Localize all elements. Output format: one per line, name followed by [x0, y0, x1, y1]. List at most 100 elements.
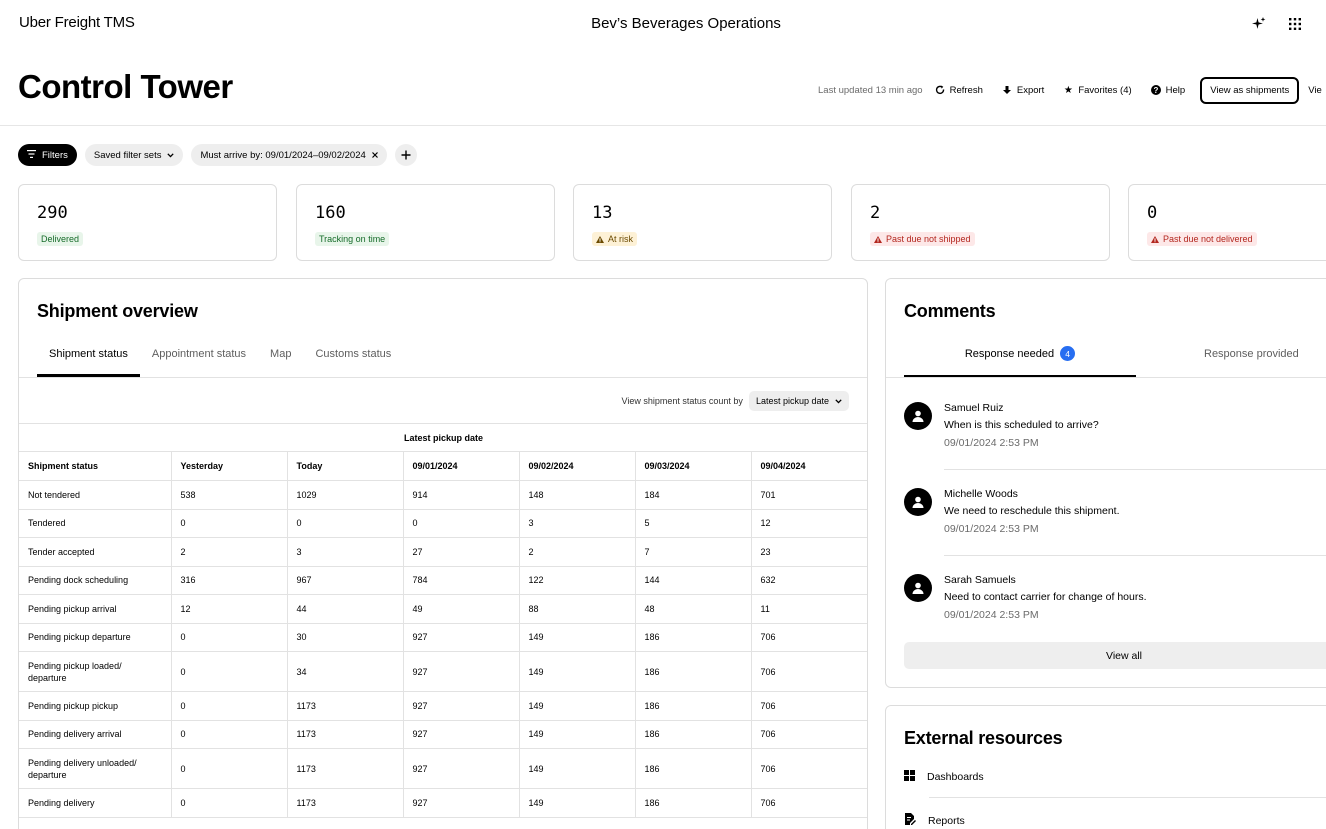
- count-cell: 784: [402, 565, 520, 595]
- comments-panel: Comments Response needed 4 Response prov…: [885, 278, 1326, 688]
- table-row[interactable]: Pending pickup departure 0 30 927 149 186 706: [19, 622, 867, 652]
- comment-author: Samuel Ruiz: [944, 402, 1004, 414]
- kpi-card[interactable]: 160 Tracking on time: [296, 184, 555, 261]
- refresh-icon: [935, 85, 945, 95]
- kpi-card[interactable]: 13 At risk: [573, 184, 832, 261]
- count-cell: 88: [518, 594, 636, 624]
- count-cell: 122: [518, 565, 636, 595]
- table-row[interactable]: Pending pickup arrival 12 44 49 88 48 11: [19, 594, 867, 624]
- refresh-button[interactable]: Refresh: [935, 85, 983, 96]
- count-cell: 2: [518, 537, 636, 567]
- dashboards-link[interactable]: Dashboards: [904, 770, 984, 784]
- comment-item[interactable]: Samuel Ruiz When is this scheduled to arr…: [904, 402, 1326, 462]
- add-filter-button[interactable]: [394, 144, 417, 166]
- count-cell: 149: [518, 651, 636, 692]
- table-row[interactable]: Pending pickup pickup 0 1173 927 149 186 706: [19, 691, 867, 721]
- view-clipped-button[interactable]: Vie: [1308, 85, 1322, 96]
- kpi-value: 2: [870, 203, 881, 223]
- tab-map[interactable]: Map: [258, 341, 303, 377]
- filters-label: Filters: [42, 149, 68, 161]
- count-cell: 7: [634, 537, 752, 567]
- count-cell: 316: [170, 565, 288, 595]
- comment-message: Need to contact carrier for change of ho…: [944, 591, 1147, 603]
- chevron-down-icon: [167, 150, 175, 161]
- table-row[interactable]: Pending dock scheduling 316 967 784 122 144 63…: [19, 565, 867, 595]
- svg-text:?: ?: [1153, 86, 1158, 95]
- table-row[interactable]: Tendered 0 0 0 3 5 12: [19, 508, 867, 538]
- count-cell: 0: [170, 719, 288, 749]
- count-cell: 148: [518, 480, 636, 510]
- comment-divider: [944, 555, 1326, 556]
- status-name-cell: Tendered: [19, 508, 172, 538]
- count-cell: 632: [750, 565, 867, 595]
- count-cell: 706: [750, 748, 867, 789]
- comment-divider: [944, 469, 1326, 470]
- table-row[interactable]: Tender accepted 2 3 27 2 7 23: [19, 537, 867, 567]
- active-filter-chip[interactable]: Must arrive by: 09/01/2024–09/02/2024: [191, 144, 387, 166]
- shipment-overview-title: Shipment overview: [37, 301, 198, 321]
- tab-customs-status[interactable]: Customs status: [303, 341, 403, 377]
- kpi-status-badge: Past due not delivered: [1147, 232, 1257, 246]
- saved-filter-sets-label: Saved filter sets: [93, 149, 162, 161]
- view-all-comments-button[interactable]: View all: [904, 642, 1326, 669]
- comment-item[interactable]: Sarah Samuels Need to contact carrier for…: [904, 574, 1326, 634]
- status-name-cell: Pending delivery: [19, 788, 172, 818]
- saved-filter-sets-dropdown[interactable]: Saved filter sets: [84, 144, 184, 166]
- response-needed-label: Response needed: [964, 348, 1055, 360]
- count-cell: 1029: [286, 480, 404, 510]
- export-label: Export: [1016, 84, 1045, 96]
- count-cell: 12: [170, 594, 288, 624]
- status-name-cell: Pending pickup pickup: [19, 691, 172, 721]
- filters-button[interactable]: Filters: [18, 144, 77, 166]
- page-title: Control Tower: [18, 68, 233, 105]
- count-cell: 0: [170, 788, 288, 818]
- tab-response-provided[interactable]: Response provided: [1204, 348, 1299, 360]
- status-name-cell: Pending delivery unloaded/ departure: [19, 748, 172, 789]
- table-row[interactable]: Not tendered 538 1029 914 148 184 701: [19, 480, 867, 510]
- comment-item[interactable]: Michelle Woods We need to reschedule this…: [904, 488, 1326, 548]
- table-row[interactable]: Pending delivery 0 1173 927 149 186 706: [19, 788, 867, 818]
- filter-bar: Filters Saved filter sets Must arrive by…: [18, 144, 417, 166]
- comments-title: Comments: [904, 301, 996, 321]
- external-resources-panel: External resources Dashboards Reports: [885, 705, 1326, 829]
- count-cell: 23: [750, 537, 867, 567]
- count-cell: 706: [750, 622, 867, 652]
- view-as-shipments-button[interactable]: View as shipments: [1200, 76, 1300, 104]
- column-header: Shipment status: [19, 451, 172, 481]
- filter-icon: [27, 149, 36, 161]
- kpi-card[interactable]: 0 Past due not delivered: [1128, 184, 1326, 261]
- table-row[interactable]: Pending pickup loaded/ departure 0 34 927 14…: [19, 651, 867, 692]
- table-row[interactable]: Pending delivery arrival 0 1173 927 149 186 70…: [19, 719, 867, 749]
- apps-grid-icon[interactable]: [1286, 15, 1304, 33]
- table-row[interactable]: Pending delivery unloaded/ departure 0 117…: [19, 748, 867, 789]
- view-by-select[interactable]: Latest pickup date: [748, 391, 849, 411]
- count-cell: 2: [170, 537, 288, 567]
- count-cell: 927: [402, 622, 520, 652]
- count-cell: 49: [402, 594, 520, 624]
- tab-shipment-status[interactable]: Shipment status: [37, 341, 140, 377]
- export-button[interactable]: Export: [1002, 85, 1044, 96]
- sparkle-icon[interactable]: [1250, 15, 1268, 33]
- count-cell: 3: [518, 508, 636, 538]
- help-button[interactable]: ? Help: [1150, 85, 1185, 96]
- kpi-card[interactable]: 290 Delivered: [18, 184, 277, 261]
- count-cell: 914: [402, 480, 520, 510]
- reports-link[interactable]: Reports: [904, 813, 965, 828]
- kpi-label: Delivered: [41, 234, 80, 244]
- count-cell: 706: [750, 719, 867, 749]
- tab-appointment-status[interactable]: Appointment status: [140, 341, 258, 377]
- kpi-status-badge: Tracking on time: [315, 232, 390, 246]
- dashboard-icon: [904, 770, 915, 784]
- group-header: Latest pickup date: [19, 423, 867, 452]
- kpi-status-badge: Delivered: [37, 232, 84, 246]
- close-icon[interactable]: [371, 150, 378, 161]
- refresh-label: Refresh: [949, 84, 983, 96]
- warning-icon: [1151, 235, 1159, 243]
- favorites-button[interactable]: ★ Favorites (4): [1063, 85, 1132, 96]
- kpi-card[interactable]: 2 Past due not shipped: [851, 184, 1110, 261]
- report-icon: [904, 813, 916, 828]
- count-cell: 186: [634, 691, 752, 721]
- count-cell: 149: [518, 691, 636, 721]
- tab-response-needed[interactable]: Response needed 4: [904, 346, 1136, 378]
- count-cell: 149: [518, 748, 636, 789]
